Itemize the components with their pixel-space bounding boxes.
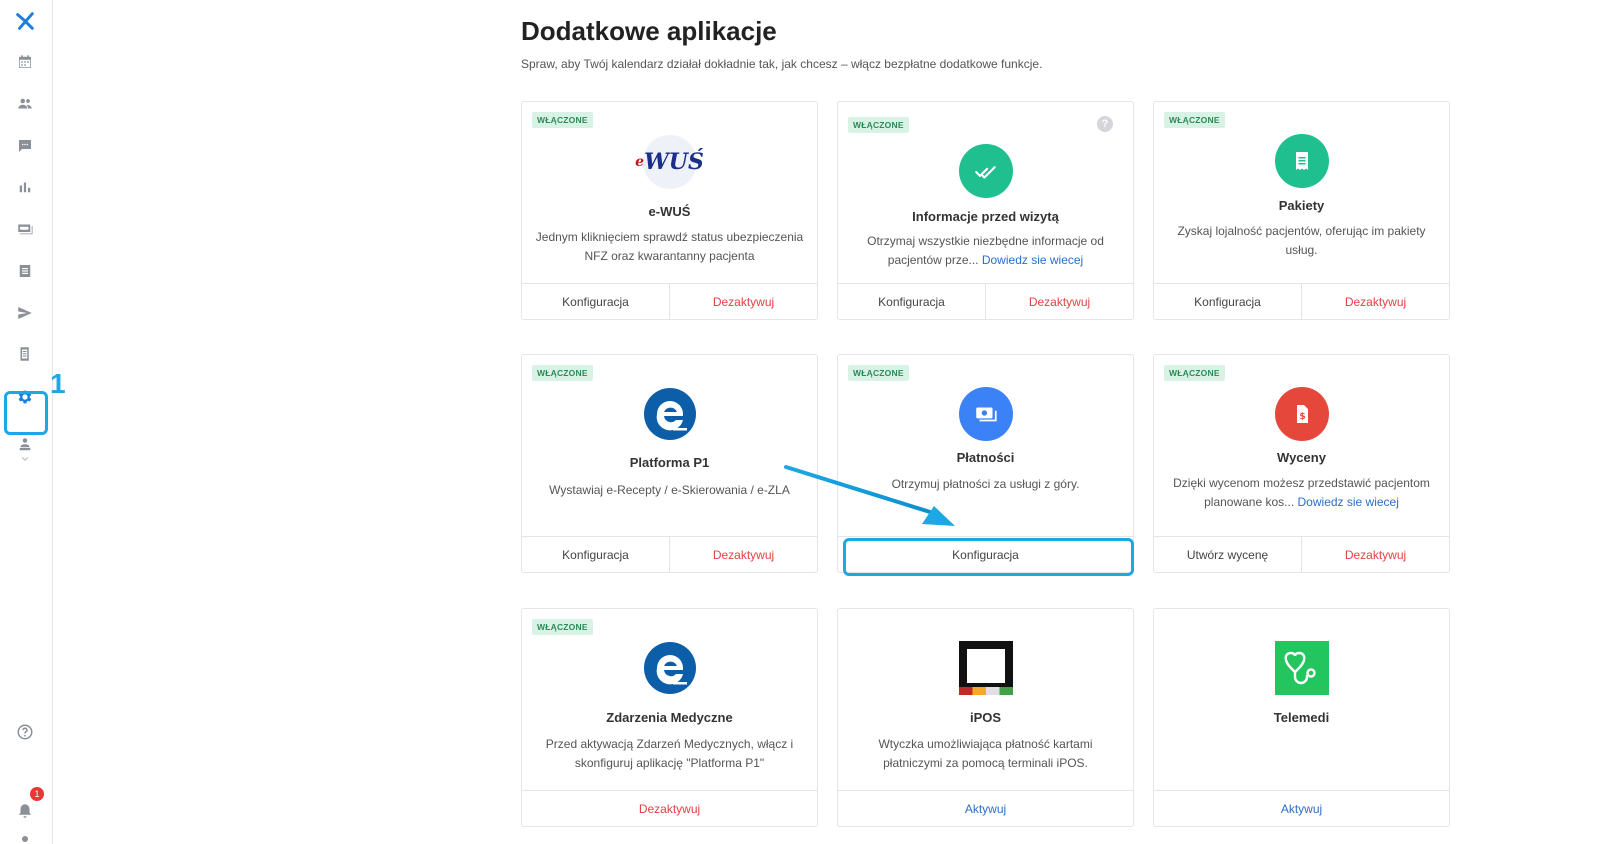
enabled-badge: WŁĄCZONE (1164, 112, 1225, 128)
page-title: Dodatkowe aplikacje (521, 16, 777, 46)
card-footer: Konfiguracja Dezaktywuj (522, 283, 817, 319)
enabled-badge: WŁĄCZONE (1164, 365, 1225, 381)
card-title: iPOS (969, 710, 1002, 725)
list-icon[interactable] (12, 258, 38, 284)
invoice-icon: $ (1274, 386, 1330, 442)
learn-more-link[interactable]: Dowiedz sie wiecej (982, 253, 1083, 267)
card-title: Wyceny (1277, 450, 1326, 465)
card-description: Otrzymuj płatności za usługi z góry. (891, 477, 1080, 491)
page-subtitle: Spraw, aby Twój kalendarz działał dokład… (521, 57, 1043, 71)
card-description: Wtyczka umożliwiająca płatność kartami p… (878, 737, 1093, 770)
card-title: Telemedi (1273, 710, 1330, 725)
patients-icon[interactable] (12, 91, 38, 117)
card-platforma-p1: WŁĄCZONE Platforma P1 Wystawiaj e-Recept… (521, 354, 818, 573)
enabled-badge: WŁĄCZONE (532, 619, 593, 635)
card-footer: Utwórz wycenę Dezaktywuj (1154, 536, 1449, 572)
logo-icon[interactable] (12, 8, 38, 34)
enabled-badge: WŁĄCZONE (532, 112, 593, 128)
card-title: Zdarzenia Medyczne (606, 710, 733, 725)
card-description: Przed aktywacją Zdarzeń Medycznych, włąc… (545, 737, 794, 770)
card-title: Płatności (956, 450, 1015, 465)
card-quotes: WŁĄCZONE $ Wyceny Dzięki wycenom możesz … (1153, 354, 1450, 573)
card-pre-visit-info: WŁĄCZONE ? Informacje przed wizytą Otrzy… (837, 101, 1134, 320)
configure-button[interactable]: Konfiguracja (838, 284, 985, 319)
help-icon[interactable]: ? (1097, 116, 1113, 132)
create-quote-button[interactable]: Utwórz wycenę (1154, 537, 1301, 572)
notification-badge: 1 (30, 787, 44, 801)
activate-button[interactable]: Aktywuj (1154, 791, 1449, 826)
card-footer: Konfiguracja Dezaktywuj (522, 536, 817, 572)
configure-button[interactable]: Konfiguracja (1154, 284, 1301, 319)
step-number: 1 (50, 368, 66, 399)
card-footer: Aktywuj (838, 790, 1133, 826)
svg-text:$: $ (1299, 412, 1305, 422)
card-title: e-WUŚ (648, 204, 691, 219)
enabled-badge: WŁĄCZONE (848, 117, 909, 133)
configure-button[interactable]: Konfiguracja (522, 537, 669, 572)
document-icon[interactable] (12, 341, 38, 367)
bell-icon[interactable] (12, 798, 38, 824)
stethoscope-icon (1274, 640, 1330, 696)
deactivate-button[interactable]: Dezaktywuj (985, 284, 1133, 319)
money-icon (958, 386, 1014, 442)
help-icon[interactable] (12, 719, 38, 745)
card-footer: Dezaktywuj (522, 790, 817, 826)
card-medical-events: WŁĄCZONE Zdarzenia Medyczne Przed aktywa… (521, 608, 818, 827)
card-ipos: iPOS Wtyczka umożliwiająca płatność kart… (837, 608, 1134, 827)
enabled-badge: WŁĄCZONE (532, 365, 593, 381)
receipt-icon (1274, 133, 1330, 189)
ipos-logo-icon (958, 640, 1014, 696)
platforma-p1-logo-icon (642, 386, 698, 442)
payments-icon[interactable] (12, 216, 38, 242)
card-footer: Konfiguracja Dezaktywuj (838, 283, 1133, 319)
configure-highlight (843, 538, 1134, 576)
enabled-badge: WŁĄCZONE (848, 365, 909, 381)
settings-highlight (4, 391, 48, 435)
configure-button[interactable]: Konfiguracja (522, 284, 669, 319)
profile-dot[interactable] (22, 836, 28, 842)
ewus-logo-icon: e WUŚ (635, 134, 704, 190)
double-check-icon (958, 143, 1014, 199)
sidebar: 1 1 (0, 0, 66, 844)
card-description: Zyskaj lojalność pacjentów, oferując im … (1177, 224, 1426, 257)
card-packages: WŁĄCZONE Pakiety Zyskaj lojalność pacjen… (1153, 101, 1450, 320)
card-description: Jednym kliknięciem sprawdź status ubezpi… (535, 230, 804, 263)
activate-button[interactable]: Aktywuj (838, 791, 1133, 826)
deactivate-button[interactable]: Dezaktywuj (669, 537, 817, 572)
card-title: Pakiety (1278, 198, 1325, 213)
deactivate-button[interactable]: Dezaktywuj (1301, 284, 1449, 319)
card-telemedi: Telemedi Aktywuj (1153, 608, 1450, 827)
chevron-down-icon[interactable] (12, 452, 38, 466)
messages-icon[interactable] (12, 133, 38, 159)
card-title: Platforma P1 (629, 455, 710, 470)
card-ewus: WŁĄCZONE e WUŚ e-WUŚ Jednym kliknięciem s… (521, 101, 818, 320)
card-description: Wystawiaj e-Recepty / e-Skierowania / e-… (549, 483, 790, 497)
card-footer: Konfiguracja Dezaktywuj (1154, 283, 1449, 319)
deactivate-button[interactable]: Dezaktywuj (669, 284, 817, 319)
learn-more-link[interactable]: Dowiedz sie wiecej (1298, 495, 1399, 509)
calendar-icon[interactable] (12, 49, 38, 75)
card-description: Otrzymaj wszystkie niezbędne informacje … (867, 234, 1104, 267)
card-footer: Aktywuj (1154, 790, 1449, 826)
deactivate-button[interactable]: Dezaktywuj (522, 791, 817, 826)
platforma-p1-logo-icon (642, 640, 698, 696)
card-description: Dzięki wycenom możesz przedstawić pacjen… (1173, 476, 1430, 509)
send-icon[interactable] (12, 300, 38, 326)
deactivate-button[interactable]: Dezaktywuj (1301, 537, 1449, 572)
statistics-icon[interactable] (12, 174, 38, 200)
card-title: Informacje przed wizytą (912, 209, 1059, 224)
